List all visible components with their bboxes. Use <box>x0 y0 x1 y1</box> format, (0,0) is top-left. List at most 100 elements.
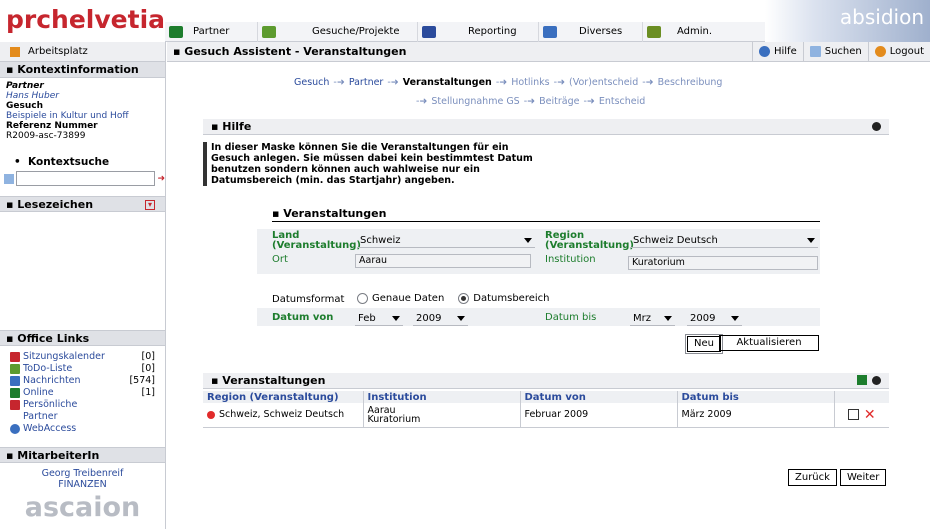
office-link-sitzungskalender[interactable]: Sitzungskalender [0] <box>0 351 165 363</box>
col-datum-bis[interactable]: Datum bis <box>676 391 834 403</box>
col-datum-von[interactable]: Datum von <box>519 391 677 403</box>
step-hotlinks: Hotlinks <box>511 77 550 88</box>
left-sidebar: Arbeitsplatz ▪ Kontextinformation Partne… <box>0 42 166 529</box>
back-button[interactable]: Zurück <box>788 469 837 486</box>
todo-icon <box>10 364 20 374</box>
land-label: Land (Veranstaltung) <box>272 230 361 251</box>
status-dot-icon <box>207 410 215 419</box>
ort-field[interactable]: Aarau <box>355 254 531 268</box>
hilfe-text: In dieser Maske können Sie die Veranstal… <box>203 142 543 186</box>
search-icon <box>809 46 821 57</box>
lesezeichen-header: ▪ Lesezeichen ▾ <box>0 196 165 212</box>
globe-icon <box>10 424 20 434</box>
office-link-webaccess[interactable]: WebAccess <box>0 423 165 435</box>
mail-icon <box>10 376 20 386</box>
step-beschreibung: Beschreibung <box>657 77 723 88</box>
step-stellungnahme: Stellungnahme GS <box>431 96 520 107</box>
mitarbeiter-header: ▪ MitarbeiterIn <box>0 447 165 463</box>
datum-bis-label: Datum bis <box>545 312 597 323</box>
office-link-todo[interactable]: ToDo-Liste [0] <box>0 363 165 375</box>
region-label: Region (Veranstaltung) <box>545 230 634 251</box>
step-vorentscheid: (Vor)entscheid <box>569 77 639 88</box>
delete-icon[interactable]: ✕ <box>864 407 876 423</box>
nav-diverses[interactable]: Diverses <box>539 21 643 42</box>
bis-year-select[interactable]: 2009 <box>687 311 742 326</box>
eye-icon[interactable] <box>872 122 881 131</box>
kontextsuche-label: • Kontextsuche <box>14 156 110 168</box>
radio-datumsbereich[interactable] <box>458 293 470 304</box>
step-partner[interactable]: Partner <box>349 77 384 88</box>
land-select[interactable]: Schweiz <box>357 233 535 248</box>
table-header: ▪ Veranstaltungen <box>203 373 889 389</box>
bis-month-select[interactable]: Mrz <box>630 311 675 326</box>
search-button[interactable]: Suchen <box>802 41 868 62</box>
context-section-header: ▪ Kontextinformation <box>0 62 165 78</box>
mitarbeiter-info: Georg Treibenreif FINANZEN <box>0 468 165 490</box>
nav-admin[interactable]: Admin. <box>643 22 723 42</box>
expand-icon[interactable]: ▾ <box>145 200 155 210</box>
top-navigation: Partner Gesuche/Projekte Reporting Diver… <box>165 21 765 42</box>
page-title: ▪ Gesuch Assistent - Veranstaltungen <box>173 45 407 58</box>
wizard-steps-line1: Gesuch -➜ Partner -➜ Veranstaltungen -➜ Hotlin… <box>294 77 723 88</box>
nav-reporting[interactable]: Reporting <box>418 21 539 42</box>
veranstaltungen-table: Region (Veranstaltung) Institution Datum… <box>203 391 889 428</box>
neu-button-wrap: Neu <box>685 334 723 354</box>
datum-von-label: Datum von <box>272 312 334 323</box>
nav-gesuche-projekte[interactable]: Gesuche/Projekte <box>258 21 418 42</box>
home-link[interactable]: Arbeitsplatz <box>0 42 165 62</box>
step-veranstaltungen: Veranstaltungen <box>402 77 492 88</box>
step-beitraege: Beiträge <box>539 96 580 107</box>
table-header-row: Region (Veranstaltung) Institution Datum… <box>203 391 889 403</box>
calendar-icon <box>10 352 20 362</box>
partner-icon <box>169 25 183 38</box>
region-select[interactable]: Schweiz Deutsch <box>630 233 818 248</box>
logout-icon <box>874 46 886 57</box>
aktualisieren-button[interactable]: Aktualisieren <box>719 335 819 351</box>
chevron-down-icon <box>392 315 400 321</box>
veranstaltungen-table-panel: ▪ Veranstaltungen Region (Veranstaltung)… <box>203 373 889 428</box>
nav-partner[interactable]: Partner <box>165 21 258 42</box>
help-icon <box>758 46 770 57</box>
search-type-icon[interactable] <box>4 173 14 184</box>
mitarbeiter-name[interactable]: Georg Treibenreif <box>0 468 165 479</box>
person-icon <box>10 400 20 410</box>
ort-label: Ort <box>272 254 288 265</box>
go-arrow-icon[interactable]: ➜ <box>157 174 165 184</box>
home-icon <box>10 46 20 57</box>
radio-genaue-daten[interactable] <box>357 293 368 304</box>
institution-field[interactable]: Kuratorium <box>628 256 818 270</box>
logout-button[interactable]: Logout <box>867 41 930 62</box>
col-region[interactable]: Region (Veranstaltung) <box>203 391 363 403</box>
kontextsuche-row: ➜ <box>0 168 165 186</box>
step-entscheid: Entscheid <box>598 96 646 107</box>
excel-icon[interactable] <box>857 375 867 385</box>
form-section-title: ▪ Veranstaltungen <box>272 207 820 222</box>
projects-icon <box>262 25 276 38</box>
prohelvetia-logo: prchelvetia <box>6 5 166 34</box>
reporting-icon <box>422 25 436 38</box>
page-header: ▪ Gesuch Assistent - Veranstaltungen Hil… <box>167 41 930 62</box>
context-info: Partner Hans Huber Gesuch Beispiele in K… <box>0 78 165 144</box>
gesuch-link[interactable]: Beispiele in Kultur und Hoff <box>6 111 159 121</box>
neu-button[interactable]: Neu <box>687 336 721 352</box>
table-row[interactable]: Schweiz, Schweiz Deutsch Aarau Kuratorium… <box>203 403 889 427</box>
datumsformat-label: Datumsformat <box>272 294 345 305</box>
ascaion-logo: ascaion <box>24 492 141 523</box>
help-button[interactable]: Hilfe <box>751 41 803 62</box>
edit-icon[interactable] <box>847 409 859 421</box>
von-year-select[interactable]: 2009 <box>413 311 468 326</box>
step-gesuch[interactable]: Gesuch <box>294 77 329 88</box>
kontextsuche-input[interactable] <box>15 171 156 186</box>
eye-icon[interactable] <box>872 376 881 385</box>
chevron-down-icon <box>731 315 739 321</box>
next-button[interactable]: Weiter <box>840 469 887 486</box>
institution-label: Institution <box>545 254 596 265</box>
col-institution[interactable]: Institution <box>362 391 520 403</box>
von-month-select[interactable]: Feb <box>355 311 403 326</box>
office-link-persoenliche-partner[interactable]: Persönliche Partner <box>0 399 165 423</box>
admin-icon <box>647 25 661 38</box>
office-link-nachrichten[interactable]: Nachrichten [574] <box>0 375 165 387</box>
partner-link[interactable]: Hans Huber <box>6 91 159 101</box>
wizard-steps-line2: -➜ Stellungnahme GS -➜ Beiträge -➜ Entscheid <box>416 96 646 107</box>
office-link-online[interactable]: Online [1] <box>0 387 165 399</box>
